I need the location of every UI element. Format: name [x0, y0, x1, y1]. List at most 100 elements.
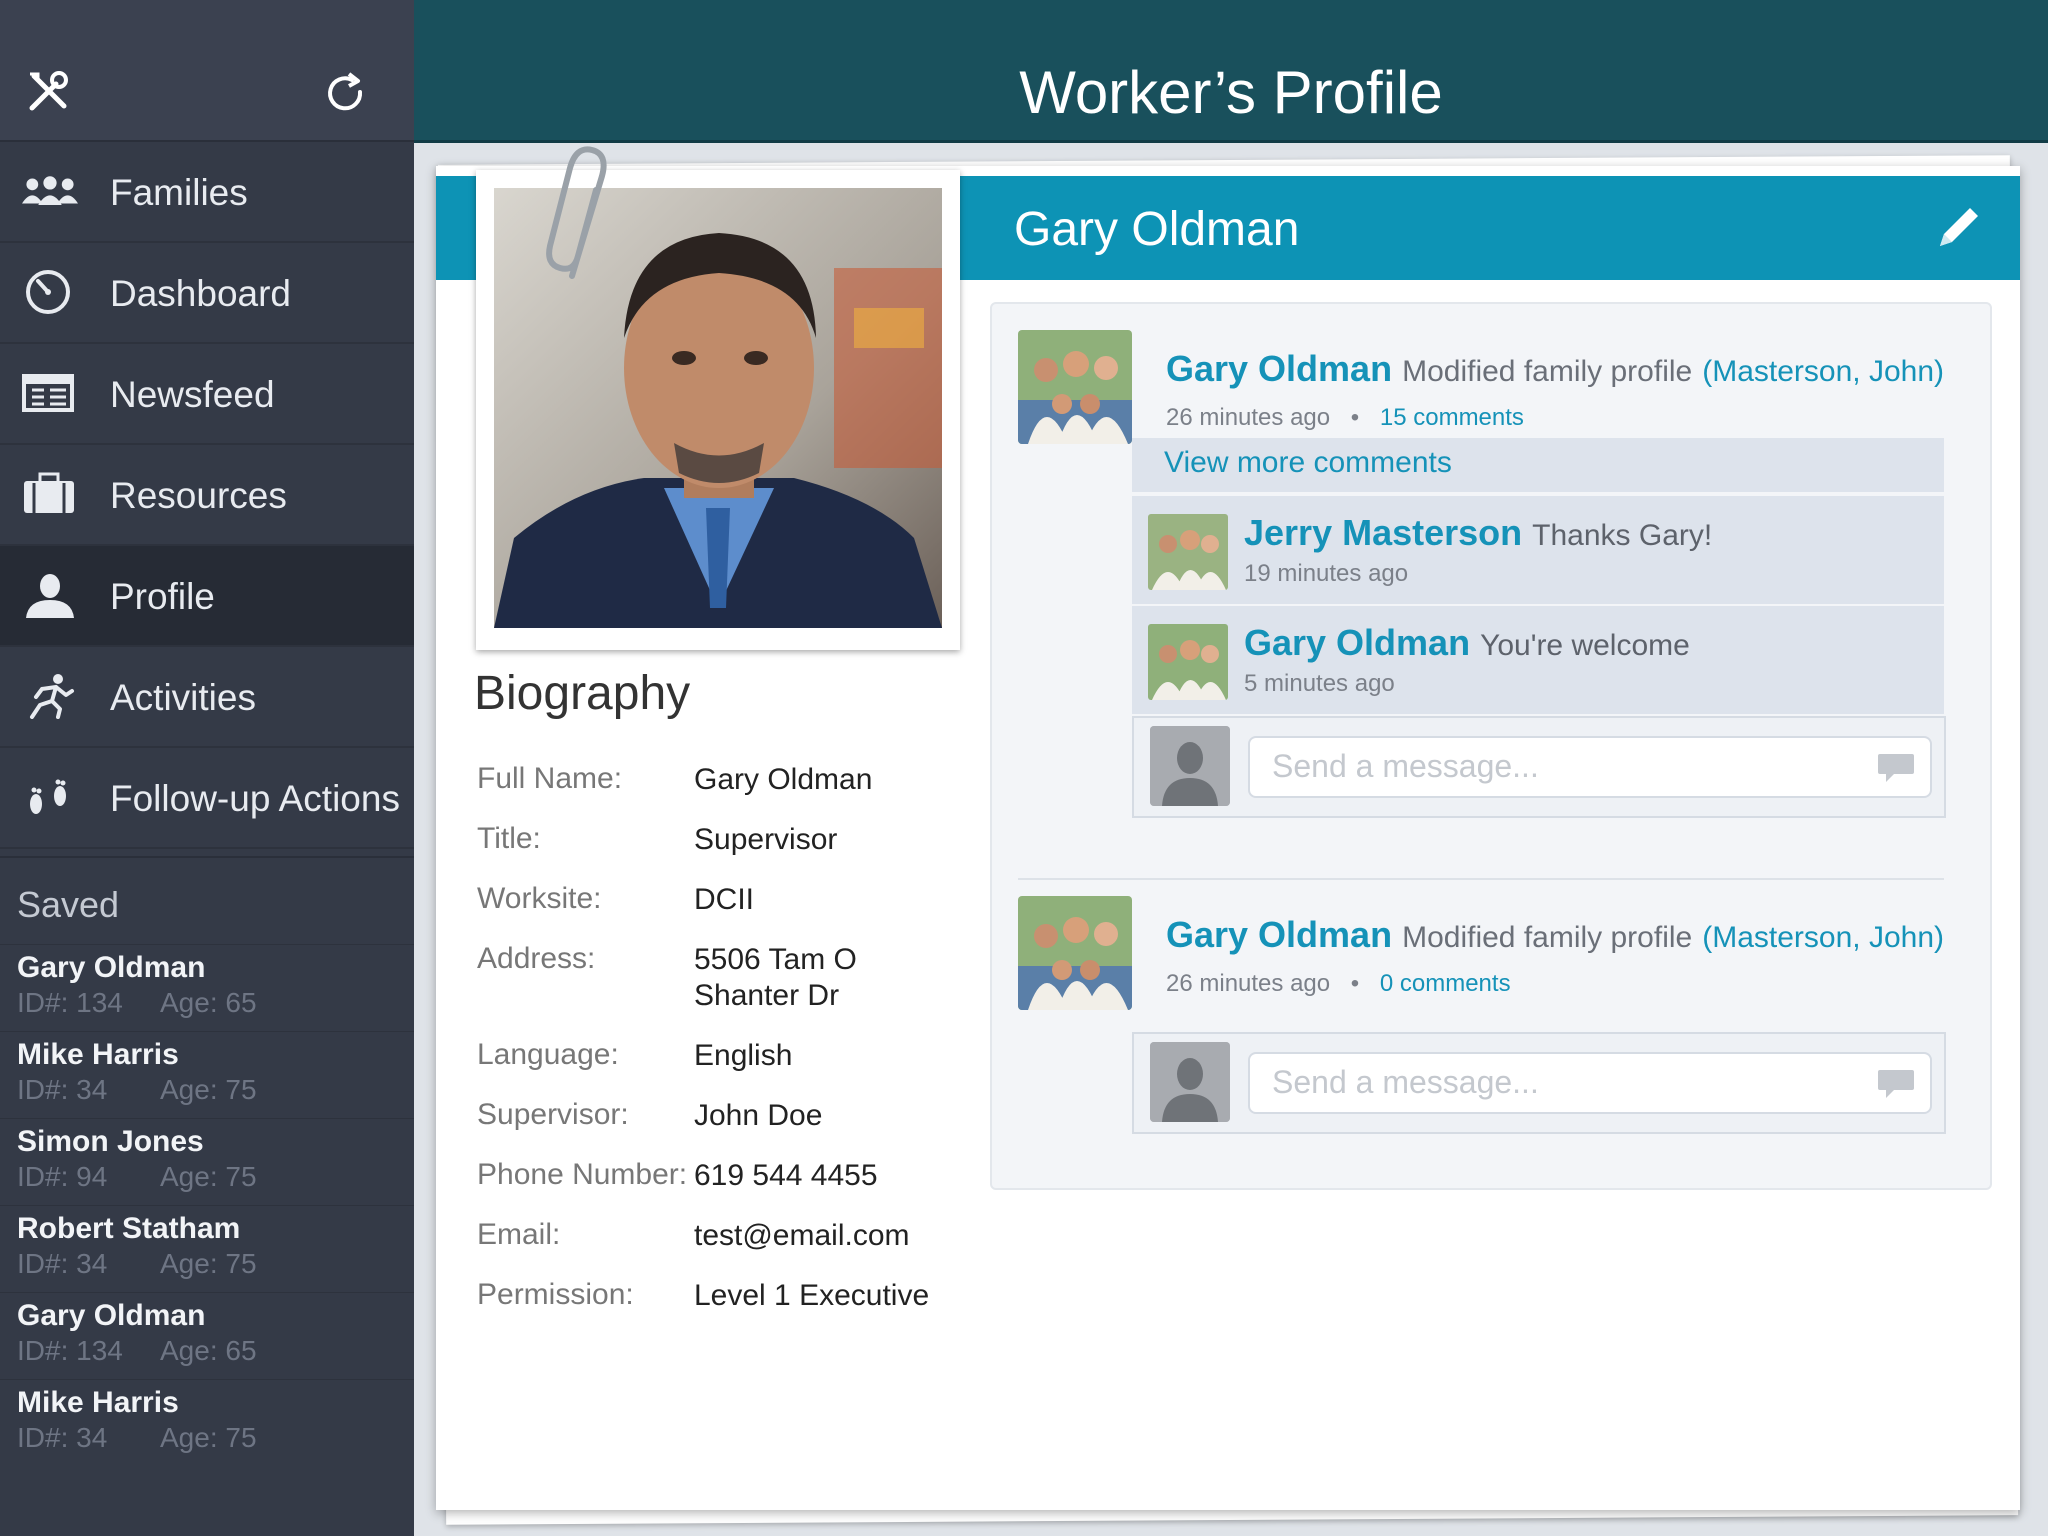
message-composer: Send a message...	[1132, 1032, 1946, 1134]
saved-item[interactable]: Simon Jones ID#: 94 Age: 75	[0, 1118, 414, 1205]
saved-item-age: Age: 65	[160, 987, 257, 1018]
bio-value: 619 544 4455	[694, 1159, 878, 1192]
comment-header: Gary Oldman You're welcome	[1244, 622, 1690, 664]
view-more-comments-button[interactable]: View more comments	[1132, 438, 1944, 492]
bio-value: 5506 Tam O Shanter Dr	[694, 943, 857, 1012]
family-avatar[interactable]	[1018, 330, 1132, 444]
message-input[interactable]: Send a message...	[1248, 736, 1932, 798]
bio-label: Full Name:	[477, 762, 623, 795]
comment-time: 5 minutes ago	[1244, 670, 1395, 697]
saved-item-name: Mike Harris	[17, 1038, 179, 1071]
bio-label: Phone Number:	[477, 1158, 688, 1191]
bio-value: John Doe	[694, 1099, 823, 1132]
bio-label: Worksite:	[477, 882, 602, 915]
post-time: 26 minutes ago	[1166, 404, 1331, 431]
user-avatar	[1150, 1042, 1230, 1122]
family-avatar[interactable]	[1148, 624, 1228, 700]
saved-item-id: ID#: 94	[17, 1161, 108, 1192]
saved-item-name: Mike Harris	[17, 1386, 179, 1419]
sidebar-item-families[interactable]: Families	[0, 142, 414, 243]
view-more-comments-label: View more comments	[1164, 446, 1452, 479]
footprints-icon	[30, 779, 66, 814]
comment-author[interactable]: Jerry Masterson	[1244, 512, 1522, 553]
dashboard-icon	[26, 270, 70, 314]
comment-author[interactable]: Gary Oldman	[1244, 622, 1470, 663]
pencil-icon[interactable]	[1932, 202, 1984, 254]
saved-item[interactable]: Gary Oldman ID#: 134 Age: 65	[0, 944, 414, 1031]
comment: Gary Oldman You're welcome 5 minutes ago	[1132, 606, 1944, 714]
profile-card: Gary Oldman Biography Full Name: Gary Ol…	[436, 146, 2020, 1510]
saved-item-name: Simon Jones	[17, 1125, 204, 1158]
sidebar-item-profile[interactable]: Profile	[0, 546, 414, 647]
saved-item-age: Age: 65	[160, 1335, 257, 1366]
person-icon	[26, 574, 74, 618]
sidebar-item-follow-up[interactable]: Follow-up Actions	[0, 748, 414, 849]
bio-label: Email:	[477, 1218, 561, 1251]
bio-value: Supervisor	[694, 823, 838, 856]
message-placeholder: Send a message...	[1272, 1064, 1539, 1100]
top-header: Worker’s Profile	[414, 0, 2048, 143]
page-title: Worker’s Profile	[1019, 59, 1443, 126]
saved-item[interactable]: Mike Harris ID#: 34 Age: 75	[0, 1379, 414, 1466]
speech-bubble-icon[interactable]	[1876, 1068, 1916, 1102]
bio-label: Language:	[477, 1038, 619, 1071]
family-avatar[interactable]	[1018, 896, 1132, 1010]
saved-item[interactable]: Mike Harris ID#: 34 Age: 75	[0, 1031, 414, 1118]
paperclip-icon	[546, 146, 607, 279]
bio-label: Address:	[477, 942, 596, 975]
post-divider	[1018, 878, 1944, 880]
post-action: Modified family profile	[1402, 921, 1693, 954]
saved-item-name: Gary Oldman	[17, 951, 206, 984]
saved-item-age: Age: 75	[160, 1161, 257, 1192]
sidebar-item-label: Dashboard	[110, 273, 292, 314]
sidebar-item-label: Follow-up Actions	[110, 778, 400, 819]
comments-link[interactable]: 15 comments	[1380, 404, 1524, 431]
speech-bubble-icon[interactable]	[1876, 752, 1916, 786]
sidebar-item-activities[interactable]: Activities	[0, 647, 414, 748]
refresh-icon[interactable]	[322, 70, 370, 118]
running-icon	[30, 674, 74, 719]
user-avatar	[1150, 726, 1230, 806]
newsfeed-icon	[22, 374, 74, 412]
post-target-link[interactable]: (Masterson, John)	[1702, 355, 1944, 388]
post-author[interactable]: Gary Oldman	[1166, 348, 1392, 389]
post-meta: 26 minutes ago • 15 comments	[1166, 404, 1524, 432]
activity-feed: Gary Oldman Modified family profile (Mas…	[990, 302, 1992, 1190]
biography-title: Biography	[474, 667, 691, 720]
post-author[interactable]: Gary Oldman	[1166, 914, 1392, 955]
saved-item-age: Age: 75	[160, 1074, 257, 1105]
sidebar-item-label: Families	[110, 172, 248, 213]
bio-value: English	[694, 1039, 793, 1072]
bio-label: Supervisor:	[477, 1098, 629, 1131]
bio-label: Permission:	[477, 1278, 634, 1311]
saved-item-id: ID#: 34	[17, 1074, 108, 1105]
briefcase-icon	[24, 472, 74, 513]
sidebar-nav: Families Dashboard Newsfeed Resources Pr…	[0, 142, 414, 849]
post-target-link[interactable]: (Masterson, John)	[1702, 921, 1944, 954]
comments-link[interactable]: 0 comments	[1380, 970, 1511, 997]
meta-separator: •	[1350, 404, 1360, 431]
message-composer: Send a message...	[1132, 716, 1946, 818]
meta-separator: •	[1350, 970, 1360, 997]
tools-icon[interactable]	[26, 70, 70, 114]
saved-item-age: Age: 75	[160, 1422, 257, 1453]
saved-item[interactable]: Gary Oldman ID#: 134 Age: 65	[0, 1292, 414, 1379]
family-avatar[interactable]	[1148, 514, 1228, 590]
post-header: Gary Oldman Modified family profile (Mas…	[1166, 348, 1944, 390]
sidebar-item-dashboard[interactable]: Dashboard	[0, 243, 414, 344]
message-placeholder: Send a message...	[1272, 748, 1539, 784]
bio-value: test@email.com	[694, 1219, 910, 1252]
saved-item-name: Gary Oldman	[17, 1299, 206, 1332]
profile-photo-frame	[476, 146, 960, 650]
sidebar-item-resources[interactable]: Resources	[0, 445, 414, 546]
sidebar-toolbar	[0, 0, 414, 142]
sidebar-item-newsfeed[interactable]: Newsfeed	[0, 344, 414, 445]
message-input[interactable]: Send a message...	[1248, 1052, 1932, 1114]
post-action: Modified family profile	[1402, 355, 1693, 388]
comment-text: Thanks Gary!	[1532, 519, 1713, 552]
bio-value: Level 1 Executive	[694, 1279, 930, 1312]
post-time: 26 minutes ago	[1166, 970, 1331, 997]
comment-header: Jerry Masterson Thanks Gary!	[1244, 512, 1712, 554]
saved-item[interactable]: Robert Statham ID#: 34 Age: 75	[0, 1205, 414, 1292]
saved-item-id: ID#: 134	[17, 1335, 123, 1366]
